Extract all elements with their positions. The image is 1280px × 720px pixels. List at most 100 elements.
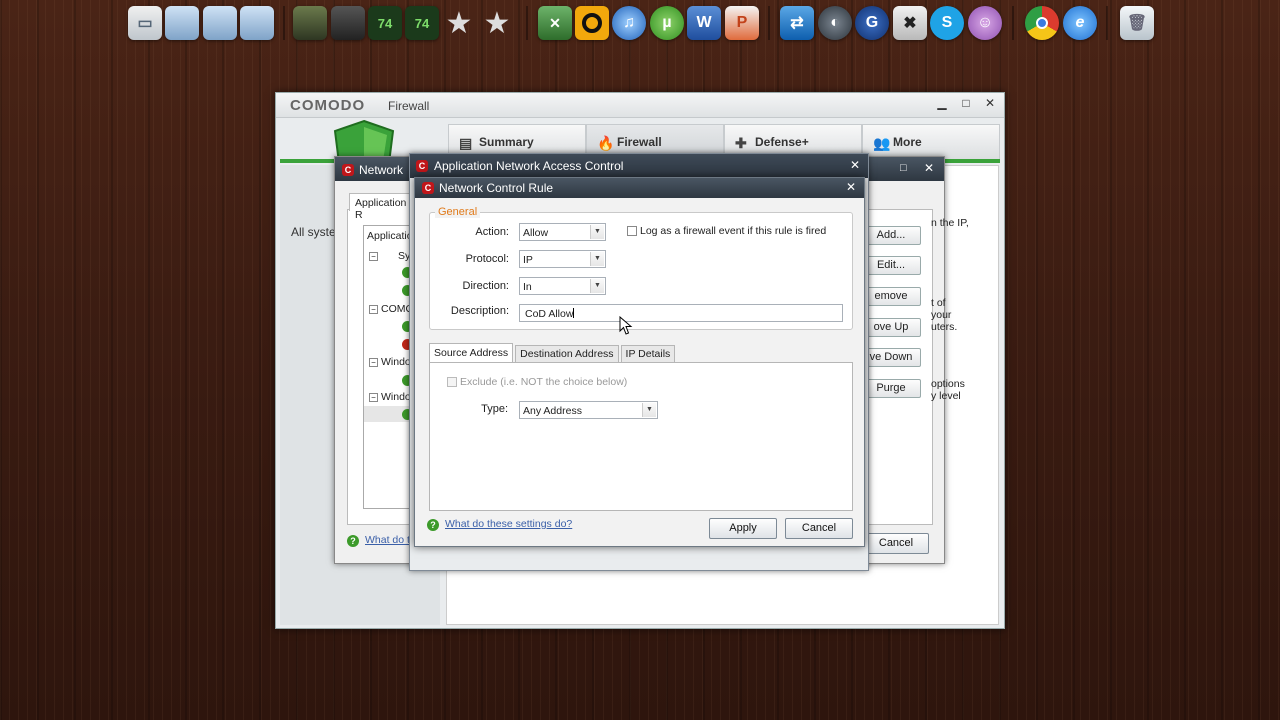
close-button[interactable]: ✕ xyxy=(924,161,934,175)
tree-expand-icon[interactable]: − xyxy=(369,393,378,402)
chevron-down-icon[interactable]: ▼ xyxy=(590,252,604,266)
close-button[interactable]: ✕ xyxy=(846,180,856,194)
xfire-icon[interactable]: ✖ xyxy=(893,6,927,40)
maximize-button[interactable]: □ xyxy=(900,162,907,174)
maximize-button[interactable]: □ xyxy=(958,96,974,110)
description-value: CoD Allow xyxy=(525,308,574,320)
recycle-bin-icon[interactable]: 🗑 xyxy=(1120,6,1154,40)
people-icon: 👥 xyxy=(873,135,891,151)
type-value: Any Address xyxy=(523,405,582,417)
comodo-product: Firewall xyxy=(388,99,430,113)
computer-icon[interactable]: ▭ xyxy=(128,6,162,40)
tab-summary-label: Summary xyxy=(479,135,534,149)
tab-firewall-label: Firewall xyxy=(617,135,662,149)
itunes-icon[interactable]: ♫ xyxy=(612,6,646,40)
tree-item[interactable]: Windo xyxy=(381,356,411,368)
application-tree[interactable]: Applicatio − Sy − COMO − Windo − Windo xyxy=(363,225,415,509)
circle-icon[interactable] xyxy=(575,6,609,40)
chevron-down-icon[interactable]: ▼ xyxy=(642,403,656,417)
ie-icon[interactable]: e xyxy=(1063,6,1097,40)
tree-item[interactable]: Windo xyxy=(381,391,411,403)
add-button[interactable]: Add... xyxy=(861,226,921,245)
log-checkbox[interactable] xyxy=(627,226,637,236)
folder-icon[interactable] xyxy=(203,6,237,40)
tab-more[interactable]: 👥 More xyxy=(862,124,1000,160)
network-title: Network xyxy=(359,163,404,177)
action-label: Action: xyxy=(475,226,509,238)
info-text: n the IP, xyxy=(931,217,969,229)
folder-icon[interactable] xyxy=(165,6,199,40)
exclude-label: Exclude (i.e. NOT the choice below) xyxy=(460,376,628,388)
folder-icon[interactable] xyxy=(240,6,274,40)
edit-button[interactable]: Edit... xyxy=(861,256,921,275)
tab-more-label: More xyxy=(893,135,922,149)
network-cancel-button[interactable]: Cancel xyxy=(863,533,929,554)
fire-icon: 🔥 xyxy=(597,135,615,151)
rank-icon[interactable]: 74 xyxy=(368,6,402,40)
help-link[interactable]: What do t xyxy=(365,534,410,546)
skype-icon[interactable]: S xyxy=(930,6,964,40)
rank-icon[interactable]: 74 xyxy=(405,6,439,40)
halo-icon[interactable] xyxy=(293,6,327,40)
star-icon[interactable]: ★ xyxy=(480,6,514,40)
tab-defense-label: Defense+ xyxy=(755,135,809,149)
tree-expand-icon[interactable]: − xyxy=(369,358,378,367)
comodo-titlebar: COMODO Firewall ▁ □ ✕ xyxy=(276,93,1004,118)
text-caret xyxy=(573,308,575,318)
chevron-down-icon[interactable]: ▼ xyxy=(590,279,604,293)
chevron-down-icon[interactable]: ▼ xyxy=(590,225,604,239)
soldier-icon[interactable] xyxy=(331,6,365,40)
messenger-icon[interactable]: ☺ xyxy=(968,6,1002,40)
type-select[interactable]: Any Address ▼ xyxy=(519,401,658,419)
excel-icon[interactable]: ✕ xyxy=(538,6,572,40)
sidepanel-text: All syste xyxy=(291,225,336,239)
comodo-logo-icon: C xyxy=(422,182,434,194)
tab-source-address[interactable]: Source Address xyxy=(429,343,514,362)
help-icon: ? xyxy=(347,535,359,547)
summary-icon: ▤ xyxy=(459,135,473,151)
move-up-button[interactable]: ove Up xyxy=(861,318,921,337)
description-label: Description: xyxy=(450,305,509,317)
dock-separator xyxy=(1012,6,1014,40)
comodo-logo-icon: C xyxy=(342,164,354,176)
tree-expand-icon[interactable]: − xyxy=(369,252,378,261)
dialog-title: Network Control Rule xyxy=(439,181,554,195)
direction-select[interactable]: In ▼ xyxy=(519,277,606,295)
move-down-button[interactable]: ve Down xyxy=(861,348,921,367)
info-text: options y level xyxy=(931,378,965,402)
dock-separator xyxy=(1106,6,1108,40)
exclude-checkbox[interactable] xyxy=(447,377,457,387)
dock-separator xyxy=(283,6,285,40)
utorrent-icon[interactable]: µ xyxy=(650,6,684,40)
apply-button[interactable]: Apply xyxy=(709,518,777,539)
description-input[interactable]: CoD Allow xyxy=(519,304,843,322)
teamviewer-icon[interactable]: ⇄ xyxy=(780,6,814,40)
tree-expand-icon[interactable]: − xyxy=(369,305,378,314)
anac-title: Application Network Access Control xyxy=(434,159,624,173)
source-address-panel: Exclude (i.e. NOT the choice below) Type… xyxy=(429,362,853,511)
powerpoint-icon[interactable]: P xyxy=(725,6,759,40)
desktop-dock: ▭ 74 74 ★ ★ ✕ ♫ µ W P ⇄ ◐ G ✖ S ☺ e 🗑 xyxy=(0,0,1280,48)
word-icon[interactable]: W xyxy=(687,6,721,40)
column-header: Applicatio xyxy=(367,230,413,242)
steam-icon[interactable]: ◐ xyxy=(818,6,852,40)
action-select[interactable]: Allow ▼ xyxy=(519,223,606,241)
help-icon: ? xyxy=(427,519,439,531)
dialog-titlebar: Network Control Rule xyxy=(415,178,864,198)
chrome-icon[interactable] xyxy=(1025,6,1059,40)
tab-ip-details[interactable]: IP Details xyxy=(620,345,676,362)
comodo-brand: COMODO xyxy=(290,97,366,114)
tab-destination-address[interactable]: Destination Address xyxy=(515,345,619,362)
remove-button[interactable]: emove xyxy=(861,287,921,306)
close-button[interactable]: ✕ xyxy=(850,158,860,172)
cancel-button[interactable]: Cancel xyxy=(785,518,853,539)
purge-button[interactable]: Purge xyxy=(861,379,921,398)
gamespy-icon[interactable]: G xyxy=(855,6,889,40)
protocol-select[interactable]: IP ▼ xyxy=(519,250,606,268)
direction-label: Direction: xyxy=(462,280,509,292)
star-icon[interactable]: ★ xyxy=(442,6,476,40)
minimize-button[interactable]: ▁ xyxy=(934,96,950,110)
help-link[interactable]: What do these settings do? xyxy=(445,518,572,530)
tab-application-rules[interactable]: Application R xyxy=(349,193,413,221)
close-button[interactable]: ✕ xyxy=(982,96,998,110)
